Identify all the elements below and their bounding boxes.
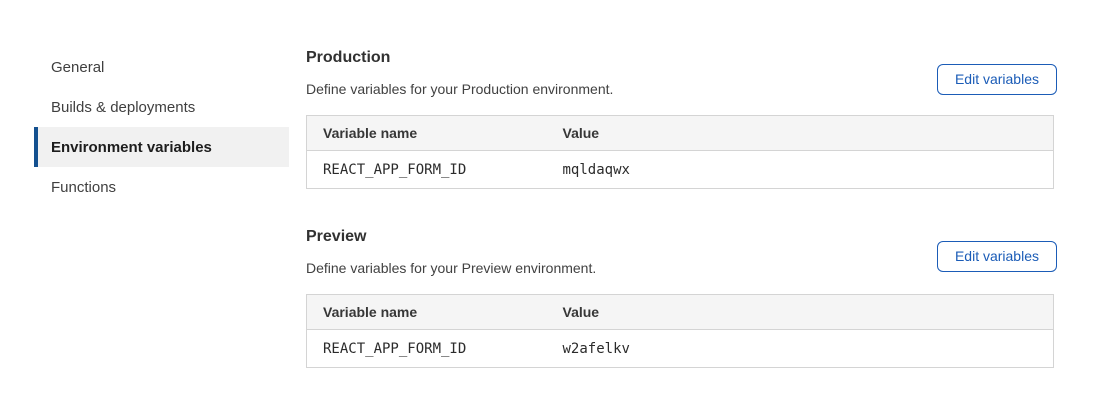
sidebar-item-environment-variables[interactable]: Environment variables (34, 127, 289, 167)
table-row: REACT_APP_FORM_ID mqldaqwx (307, 151, 1054, 189)
column-header-variable-name: Variable name (307, 116, 547, 151)
column-header-value: Value (547, 295, 1054, 330)
table-header-row: Variable name Value (307, 295, 1054, 330)
variable-name-cell: REACT_APP_FORM_ID (307, 330, 547, 368)
production-section: Production Define variables for your Pro… (306, 48, 1054, 189)
variable-value-cell: mqldaqwx (547, 151, 1054, 189)
column-header-variable-name: Variable name (307, 295, 547, 330)
sidebar-item-builds-deployments[interactable]: Builds & deployments (34, 87, 289, 127)
edit-variables-button-production[interactable]: Edit variables (937, 64, 1057, 95)
table-row: REACT_APP_FORM_ID w2afelkv (307, 330, 1054, 368)
sidebar-item-general[interactable]: General (34, 47, 289, 87)
column-header-value: Value (547, 116, 1054, 151)
table-header-row: Variable name Value (307, 116, 1054, 151)
production-variables-table: Variable name Value REACT_APP_FORM_ID mq… (306, 115, 1054, 189)
preview-section: Preview Define variables for your Previe… (306, 227, 1054, 368)
sidebar-item-functions[interactable]: Functions (34, 167, 289, 207)
settings-sidebar: General Builds & deployments Environment… (34, 47, 289, 207)
environment-variables-panel: Production Define variables for your Pro… (306, 48, 1054, 368)
variable-value-cell: w2afelkv (547, 330, 1054, 368)
edit-variables-button-preview[interactable]: Edit variables (937, 241, 1057, 272)
preview-variables-table: Variable name Value REACT_APP_FORM_ID w2… (306, 294, 1054, 368)
variable-name-cell: REACT_APP_FORM_ID (307, 151, 547, 189)
